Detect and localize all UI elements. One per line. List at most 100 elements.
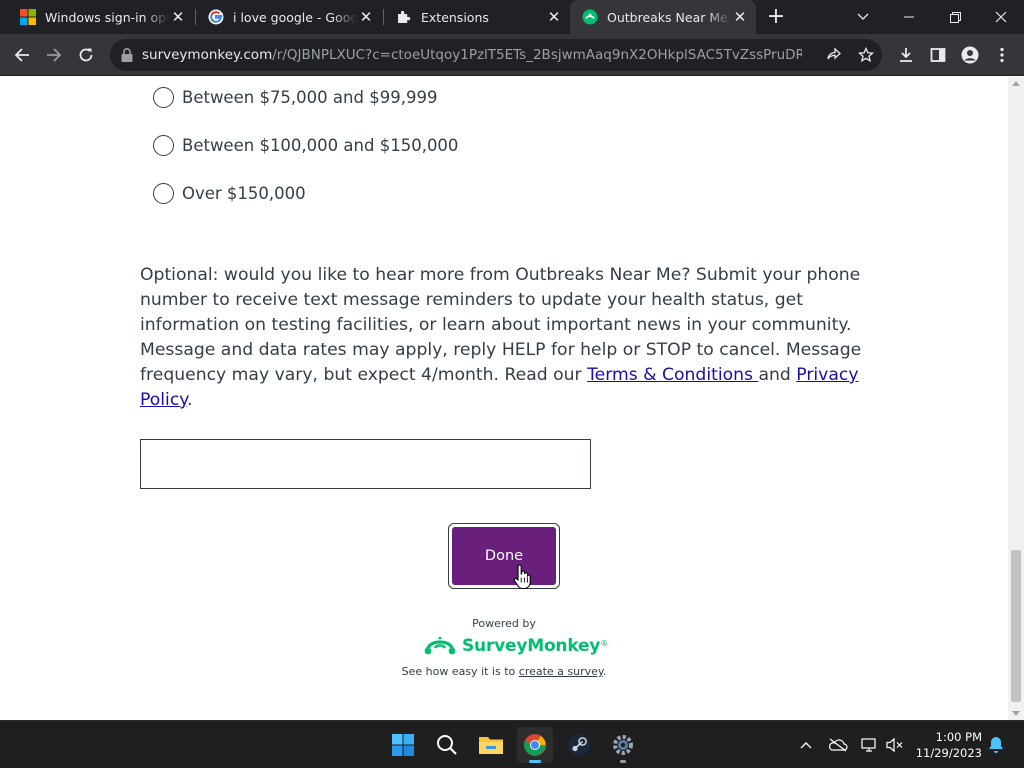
powered-by-text: Powered by [472, 617, 536, 630]
income-option[interactable]: Between $100,000 and $150,000 [153, 133, 458, 157]
url-path: /r/QJBNPLXUC?c=ctoeUtqoy1PzlT5ETs_2Bsjwm… [272, 47, 802, 63]
start-button[interactable] [385, 727, 421, 763]
star-icon [858, 47, 874, 63]
system-clock[interactable]: 1:00 PM 11/29/2023 [912, 729, 982, 761]
lock-icon[interactable] [120, 47, 136, 63]
restore-button[interactable] [932, 0, 978, 34]
profile-icon [961, 46, 979, 64]
kebab-menu-icon [1000, 47, 1004, 63]
tab-google-search[interactable]: i love google - Google Search ✕ [196, 0, 382, 34]
tab-outbreaks-near-me[interactable]: Outbreaks Near Me: Health Survey ✕ [570, 0, 756, 34]
download-icon [900, 48, 912, 62]
puzzle-icon [396, 9, 412, 25]
tab-close-icon[interactable]: ✕ [358, 9, 374, 25]
volume-muted-icon [886, 737, 903, 753]
address-bar[interactable]: surveymonkey.com/r/QJBNPLXUC?c=ctoeUtqoy… [110, 39, 882, 71]
settings-icon [613, 735, 633, 755]
share-button[interactable] [820, 41, 848, 69]
side-panel-icon [930, 48, 946, 62]
onedrive-tray-button[interactable] [828, 735, 848, 755]
tab-windows-sign-in[interactable]: Windows sign-in options ✕ [8, 0, 194, 34]
scroll-down-arrow-icon[interactable] [1012, 711, 1020, 716]
terms-link[interactable]: Terms & Conditions [587, 365, 758, 385]
radio-label[interactable]: Over $150,000 [182, 184, 306, 203]
arrow-left-icon [14, 48, 29, 62]
minimize-icon [904, 16, 914, 18]
settings-taskbar-button[interactable] [605, 727, 641, 763]
vertical-scrollbar[interactable] [1008, 77, 1024, 720]
back-button[interactable] [8, 41, 36, 69]
optional-question-text: Optional: would you like to hear more fr… [140, 263, 870, 413]
chrome-menu-button[interactable] [988, 41, 1016, 69]
radio-label[interactable]: Between $100,000 and $150,000 [182, 136, 458, 155]
file-explorer-button[interactable] [473, 727, 509, 763]
downloads-button[interactable] [892, 41, 920, 69]
windows-start-icon [392, 734, 414, 756]
page-viewport: Between $75,000 and $99,999 Between $100… [0, 77, 1008, 720]
reload-icon [79, 48, 93, 62]
surveymonkey-wordmark: SurveyMonkey [462, 636, 601, 656]
chevron-up-icon [800, 742, 812, 749]
volume-tray-button[interactable] [885, 735, 905, 755]
arrow-right-icon [47, 48, 62, 62]
surveymonkey-logo[interactable]: SurveyMonkey ® [424, 634, 608, 658]
done-button[interactable]: Done [452, 527, 556, 585]
radio-label[interactable]: Between $75,000 and $99,999 [182, 88, 437, 107]
radio-button[interactable] [153, 134, 174, 156]
tab-title: Outbreaks Near Me: Health Survey [607, 9, 731, 25]
clock-time: 1:00 PM [935, 730, 982, 744]
network-tray-button[interactable] [860, 735, 880, 755]
radio-button[interactable] [153, 182, 174, 204]
chevron-down-icon [857, 13, 869, 20]
steam-icon [568, 734, 590, 756]
taskbar-search-button[interactable] [429, 727, 465, 763]
radio-button[interactable] [153, 86, 174, 108]
close-icon [995, 11, 1007, 23]
tab-close-icon[interactable]: ✕ [546, 9, 562, 25]
side-panel-button[interactable] [924, 41, 952, 69]
period-text: . [187, 390, 193, 410]
phone-number-input[interactable] [140, 439, 591, 489]
outbreaks-icon [582, 9, 598, 25]
see-easy-suffix: . [602, 665, 607, 678]
income-option[interactable]: Between $75,000 and $99,999 [153, 85, 437, 109]
income-option[interactable]: Over $150,000 [153, 181, 306, 205]
url-host: surveymonkey.com [142, 47, 273, 63]
search-icon [437, 735, 457, 755]
steam-taskbar-button[interactable] [561, 727, 597, 763]
running-app-indicator [620, 760, 626, 763]
reload-button[interactable] [72, 41, 100, 69]
bookmark-button[interactable] [852, 41, 880, 69]
chrome-taskbar-button[interactable] [517, 727, 553, 763]
done-button-focus-ring: Done [448, 523, 560, 589]
see-easy-prefix: See how easy it is to [401, 665, 519, 678]
scrollbar-thumb[interactable] [1011, 550, 1021, 702]
tab-close-icon[interactable]: ✕ [170, 9, 186, 25]
hand-pointer-cursor-icon [513, 564, 531, 590]
forward-button[interactable] [40, 41, 68, 69]
onedrive-offline-icon [828, 738, 848, 752]
tab-title: Windows sign-in options [45, 9, 169, 25]
surveymonkey-logo-icon [424, 636, 456, 655]
active-app-indicator [529, 760, 541, 763]
google-icon [208, 9, 224, 25]
and-text: and [758, 365, 797, 385]
file-explorer-icon [479, 737, 503, 754]
notifications-button[interactable] [986, 735, 1006, 755]
tab-title: i love google - Google Search [233, 9, 357, 25]
close-window-button[interactable] [978, 0, 1024, 34]
url-text[interactable]: surveymonkey.com/r/QJBNPLXUC?c=ctoeUtqoy… [142, 47, 802, 63]
registered-mark: ® [600, 638, 609, 648]
microsoft-icon [20, 9, 36, 25]
minimize-button[interactable] [886, 0, 932, 34]
new-tab-button[interactable]: + [765, 6, 787, 28]
tab-extensions[interactable]: Extensions ✕ [384, 0, 570, 34]
tab-close-icon[interactable]: ✕ [732, 9, 748, 25]
profile-button[interactable] [956, 41, 984, 69]
windows-taskbar: 1:00 PM 11/29/2023 [0, 720, 1024, 768]
tab-search-button[interactable] [840, 0, 886, 34]
scroll-up-arrow-icon[interactable] [1012, 81, 1020, 86]
create-survey-link[interactable]: create a survey [519, 665, 603, 678]
browser-tab-strip: Windows sign-in options ✕ i love google … [0, 0, 1024, 34]
show-hidden-icons-button[interactable] [796, 735, 816, 755]
